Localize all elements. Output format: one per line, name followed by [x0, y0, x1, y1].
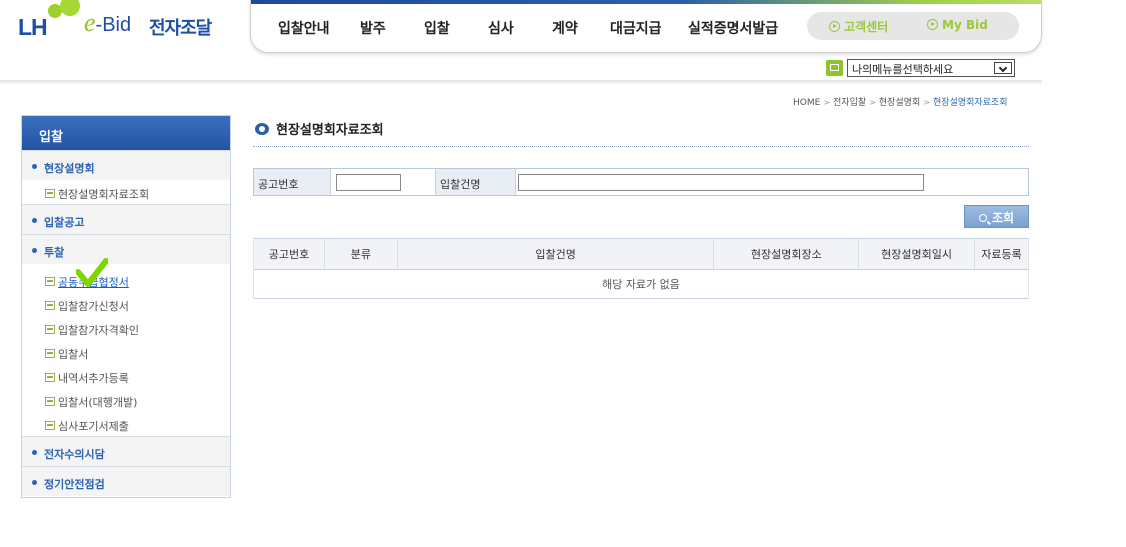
sidebar-title: 입찰: [22, 116, 230, 150]
bid-name-label: 입찰건명: [435, 169, 516, 195]
notice-no-input[interactable]: [336, 174, 401, 191]
chevron-right-icon: >: [869, 98, 876, 107]
monitor-icon: [826, 60, 843, 76]
breadcrumb: HOME > 전자입찰 > 현장설명회 > 현장설명회자료조회: [793, 95, 1007, 108]
col-briefing-datetime: 현장설명회일시: [858, 238, 975, 270]
table-header-row: 공고번호 분류 입찰건명 현장설명회장소 현장설명회일시 자료등록: [253, 238, 1029, 270]
chevron-right-icon: >: [923, 98, 930, 107]
empty-message: 해당 자료가 없음: [253, 269, 1029, 299]
logo-ball-icon: [60, 0, 80, 16]
logo-lh-text: LH: [18, 14, 48, 40]
customer-center-link[interactable]: 고객센터: [829, 18, 888, 35]
customer-center-label: 고객센터: [844, 20, 889, 34]
checkmark-icon: [76, 258, 108, 287]
sidebar-item-review-waiver[interactable]: 심사포기서제출: [22, 412, 230, 436]
sidebar-category-negotiation[interactable]: 전자수의시담: [22, 436, 230, 466]
quick-menu-pill: 고객센터 My Bid: [807, 12, 1019, 40]
notice-no-label: 공고번호: [254, 169, 331, 195]
sidebar-item-joint-agreement[interactable]: 공동수급협정서: [22, 268, 230, 292]
gnb-menu-order[interactable]: 발주: [360, 18, 386, 38]
sidebar-category-site-briefing[interactable]: 현장설명회: [22, 150, 230, 180]
title-bullet-icon: [255, 123, 269, 135]
gnb-menu-contract[interactable]: 계약: [552, 18, 578, 38]
logo-bid-text: -Bid: [95, 14, 132, 36]
table-row: 해당 자료가 없음: [253, 269, 1029, 299]
page-title: 현장설명회자료조회: [276, 123, 384, 138]
my-bid-link[interactable]: My Bid: [927, 18, 988, 32]
sidebar-item-site-briefing-docs[interactable]: 현장설명회자료조회: [22, 180, 230, 204]
play-circle-icon: [829, 21, 840, 32]
col-notice-no: 공고번호: [253, 238, 325, 270]
logo-e-letter: e: [84, 8, 96, 37]
search-button[interactable]: 조회: [964, 205, 1029, 228]
breadcrumb-item[interactable]: 현장설명회: [879, 98, 920, 108]
breadcrumb-current: 현장설명회자료조회: [932, 98, 1008, 108]
col-category: 분류: [323, 238, 398, 270]
sidebar-item-bid-application[interactable]: 입찰참가신청서: [22, 292, 230, 316]
sidebar-item-bid-form-agency[interactable]: 입찰서(대행개발): [22, 388, 230, 412]
my-bid-label: My Bid: [942, 18, 988, 32]
chevron-down-icon[interactable]: [994, 62, 1012, 74]
col-bid-name: 입찰건명: [396, 238, 714, 270]
sidebar-category-bid-notice[interactable]: 입찰공고: [22, 204, 230, 234]
sidebar-item-statement-register[interactable]: 내역서추가등록: [22, 364, 230, 388]
col-attachment: 자료등록: [974, 238, 1029, 270]
sidebar-category-bidding[interactable]: 투찰: [22, 234, 230, 264]
gnb-menu-bid[interactable]: 입찰: [424, 18, 450, 38]
chevron-right-icon: >: [823, 98, 831, 107]
global-navigation: 입찰안내 발주 입찰 심사 계약 대금지급 실적증명서발급 고객센터 My Bi…: [250, 0, 1042, 53]
lh-ebid-logo[interactable]: LH e-Bid 전자조달: [18, 0, 233, 48]
gnb-top-line: [251, 0, 1041, 4]
gnb-menu-certificate[interactable]: 실적증명서발급: [688, 18, 778, 38]
breadcrumb-item[interactable]: 전자입찰: [833, 98, 866, 108]
logo-service-name: 전자조달: [149, 18, 212, 39]
sidebar-category-safety-inspection[interactable]: 정기안전점검: [22, 466, 230, 496]
col-briefing-place: 현장설명회장소: [713, 238, 859, 270]
sidebar-item-qualification-check[interactable]: 입찰참가자격확인: [22, 316, 230, 340]
gnb-menu-bid-guide[interactable]: 입찰안내: [278, 18, 330, 38]
search-form: 공고번호 입찰건명: [253, 168, 1029, 196]
breadcrumb-home[interactable]: HOME: [793, 98, 820, 108]
my-menu-select[interactable]: 나의메뉴를선택하세요: [847, 59, 1015, 77]
sidebar-item-bid-form[interactable]: 입찰서: [22, 340, 230, 364]
logo-ebid-text: e-Bid: [84, 8, 131, 38]
header-divider: [0, 80, 1042, 84]
my-menu-selected-value: 나의메뉴를선택하세요: [852, 63, 954, 76]
play-circle-icon: [927, 19, 938, 30]
gnb-menu-review[interactable]: 심사: [488, 18, 514, 38]
sidebar: 입찰 현장설명회 현장설명회자료조회 입찰공고 투찰 공동수급협정서 입찰참가신…: [21, 115, 231, 498]
page-title-bar: 현장설명회자료조회: [253, 119, 1029, 147]
search-button-label: 조회: [991, 211, 1015, 225]
bid-name-input[interactable]: [518, 174, 924, 191]
gnb-menu-payment[interactable]: 대금지급: [610, 18, 662, 38]
search-icon: [978, 214, 987, 222]
result-table: 공고번호 분류 입찰건명 현장설명회장소 현장설명회일시 자료등록 해당 자료가…: [253, 238, 1029, 299]
